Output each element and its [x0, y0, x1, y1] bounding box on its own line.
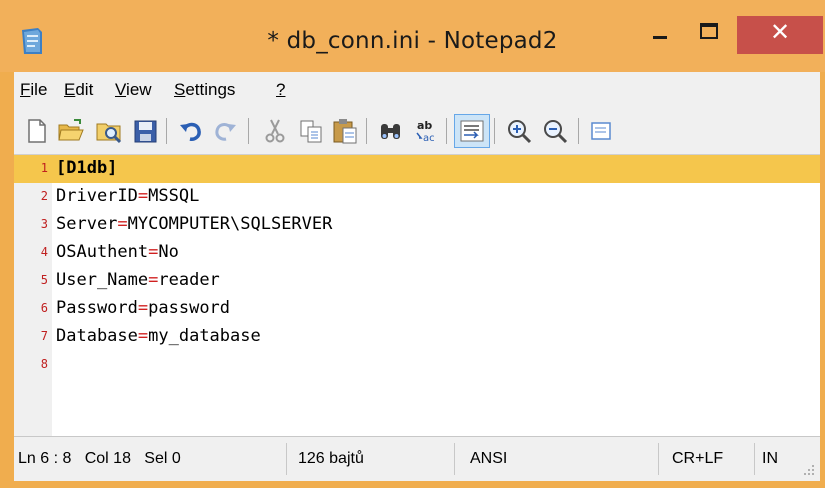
- line-text[interactable]: Password=password: [56, 298, 230, 318]
- redo-icon[interactable]: [210, 116, 240, 146]
- undo-icon[interactable]: [176, 116, 206, 146]
- menu-file[interactable]: File: [20, 80, 47, 100]
- minimize-button[interactable]: [637, 16, 683, 56]
- status-separator: [454, 443, 455, 475]
- zoom-out-icon[interactable]: [540, 116, 570, 146]
- toolbar-separator: [446, 118, 447, 144]
- editor-line[interactable]: 6 Password=password: [14, 295, 820, 323]
- editor-line[interactable]: 8: [14, 351, 820, 379]
- status-separator: [286, 443, 287, 475]
- resize-grip-icon[interactable]: [800, 461, 816, 477]
- editor-line[interactable]: 7 Database=my_database: [14, 323, 820, 351]
- title-bar[interactable]: * db_conn.ini - Notepad2 ✕: [0, 0, 825, 72]
- text-editor[interactable]: 1 [D1db] 2 DriverID=MSSQL 3 Server=MYCOM…: [14, 154, 820, 437]
- toolbar: ab ac: [14, 108, 820, 154]
- copy-icon[interactable]: [296, 116, 326, 146]
- line-number: 7: [40, 329, 48, 343]
- line-text[interactable]: User_Name=reader: [56, 270, 220, 290]
- client-area: File Edit View Settings ? ab ac 1 [D1db]…: [14, 72, 820, 481]
- editor-line[interactable]: 2 DriverID=MSSQL: [14, 183, 820, 211]
- notepad2-window: * db_conn.ini - Notepad2 ✕ File Edit Vie…: [0, 0, 825, 488]
- status-encoding[interactable]: ANSI: [470, 450, 507, 468]
- line-number: 8: [40, 357, 48, 371]
- minimize-icon: [653, 36, 667, 39]
- editor-line[interactable]: 5 User_Name=reader: [14, 267, 820, 295]
- status-mode[interactable]: IN: [762, 450, 778, 468]
- close-button[interactable]: ✕: [737, 16, 823, 54]
- editor-line[interactable]: 4 OSAuthent=No: [14, 239, 820, 267]
- menu-edit[interactable]: Edit: [64, 80, 93, 100]
- status-separator: [658, 443, 659, 475]
- cut-icon[interactable]: [260, 116, 290, 146]
- svg-text:ab: ab: [417, 119, 432, 132]
- line-number: 5: [40, 273, 48, 287]
- editor-line[interactable]: 3 Server=MYCOMPUTER\SQLSERVER: [14, 211, 820, 239]
- toolbar-separator: [578, 118, 579, 144]
- status-size: 126 bajtů: [298, 450, 364, 467]
- word-wrap-icon[interactable]: [457, 116, 487, 146]
- menu-help[interactable]: ?: [276, 80, 285, 100]
- line-number: 6: [40, 301, 48, 315]
- close-icon: ✕: [769, 18, 791, 46]
- toolbar-separator: [166, 118, 167, 144]
- maximize-button[interactable]: [685, 16, 731, 56]
- status-separator: [754, 443, 755, 475]
- toolbar-separator: [366, 118, 367, 144]
- menu-view[interactable]: View: [115, 80, 152, 100]
- menu-bar: File Edit View Settings ?: [14, 72, 820, 108]
- open-folder-icon[interactable]: [56, 116, 86, 146]
- status-position: Ln 6 : 8 Col 18 Sel 0: [18, 450, 181, 467]
- save-icon[interactable]: [130, 116, 160, 146]
- line-text[interactable]: Database=my_database: [56, 326, 261, 346]
- new-file-icon[interactable]: [22, 116, 52, 146]
- more-icon[interactable]: [588, 116, 618, 146]
- line-number: 4: [40, 245, 48, 259]
- line-text[interactable]: [D1db]: [56, 158, 117, 178]
- status-eol[interactable]: CR+LF: [672, 450, 723, 468]
- menu-settings[interactable]: Settings: [174, 80, 235, 100]
- toolbar-separator: [494, 118, 495, 144]
- line-text[interactable]: DriverID=MSSQL: [56, 186, 199, 206]
- line-text[interactable]: OSAuthent=No: [56, 242, 179, 262]
- line-number: 3: [40, 217, 48, 231]
- toolbar-separator: [248, 118, 249, 144]
- line-number: 2: [40, 189, 48, 203]
- editor-line-current[interactable]: 1 [D1db]: [14, 155, 820, 183]
- browse-icon[interactable]: [94, 116, 124, 146]
- zoom-in-icon[interactable]: [504, 116, 534, 146]
- paste-icon[interactable]: [330, 116, 360, 146]
- svg-text:ac: ac: [423, 133, 435, 144]
- find-icon[interactable]: [376, 116, 406, 146]
- replace-icon[interactable]: ab ac: [412, 116, 442, 146]
- line-number: 1: [40, 161, 48, 175]
- status-bar: Ln 6 : 8 Col 18 Sel 0 126 bajtů ANSI CR+…: [14, 436, 820, 481]
- line-text[interactable]: Server=MYCOMPUTER\SQLSERVER: [56, 214, 332, 234]
